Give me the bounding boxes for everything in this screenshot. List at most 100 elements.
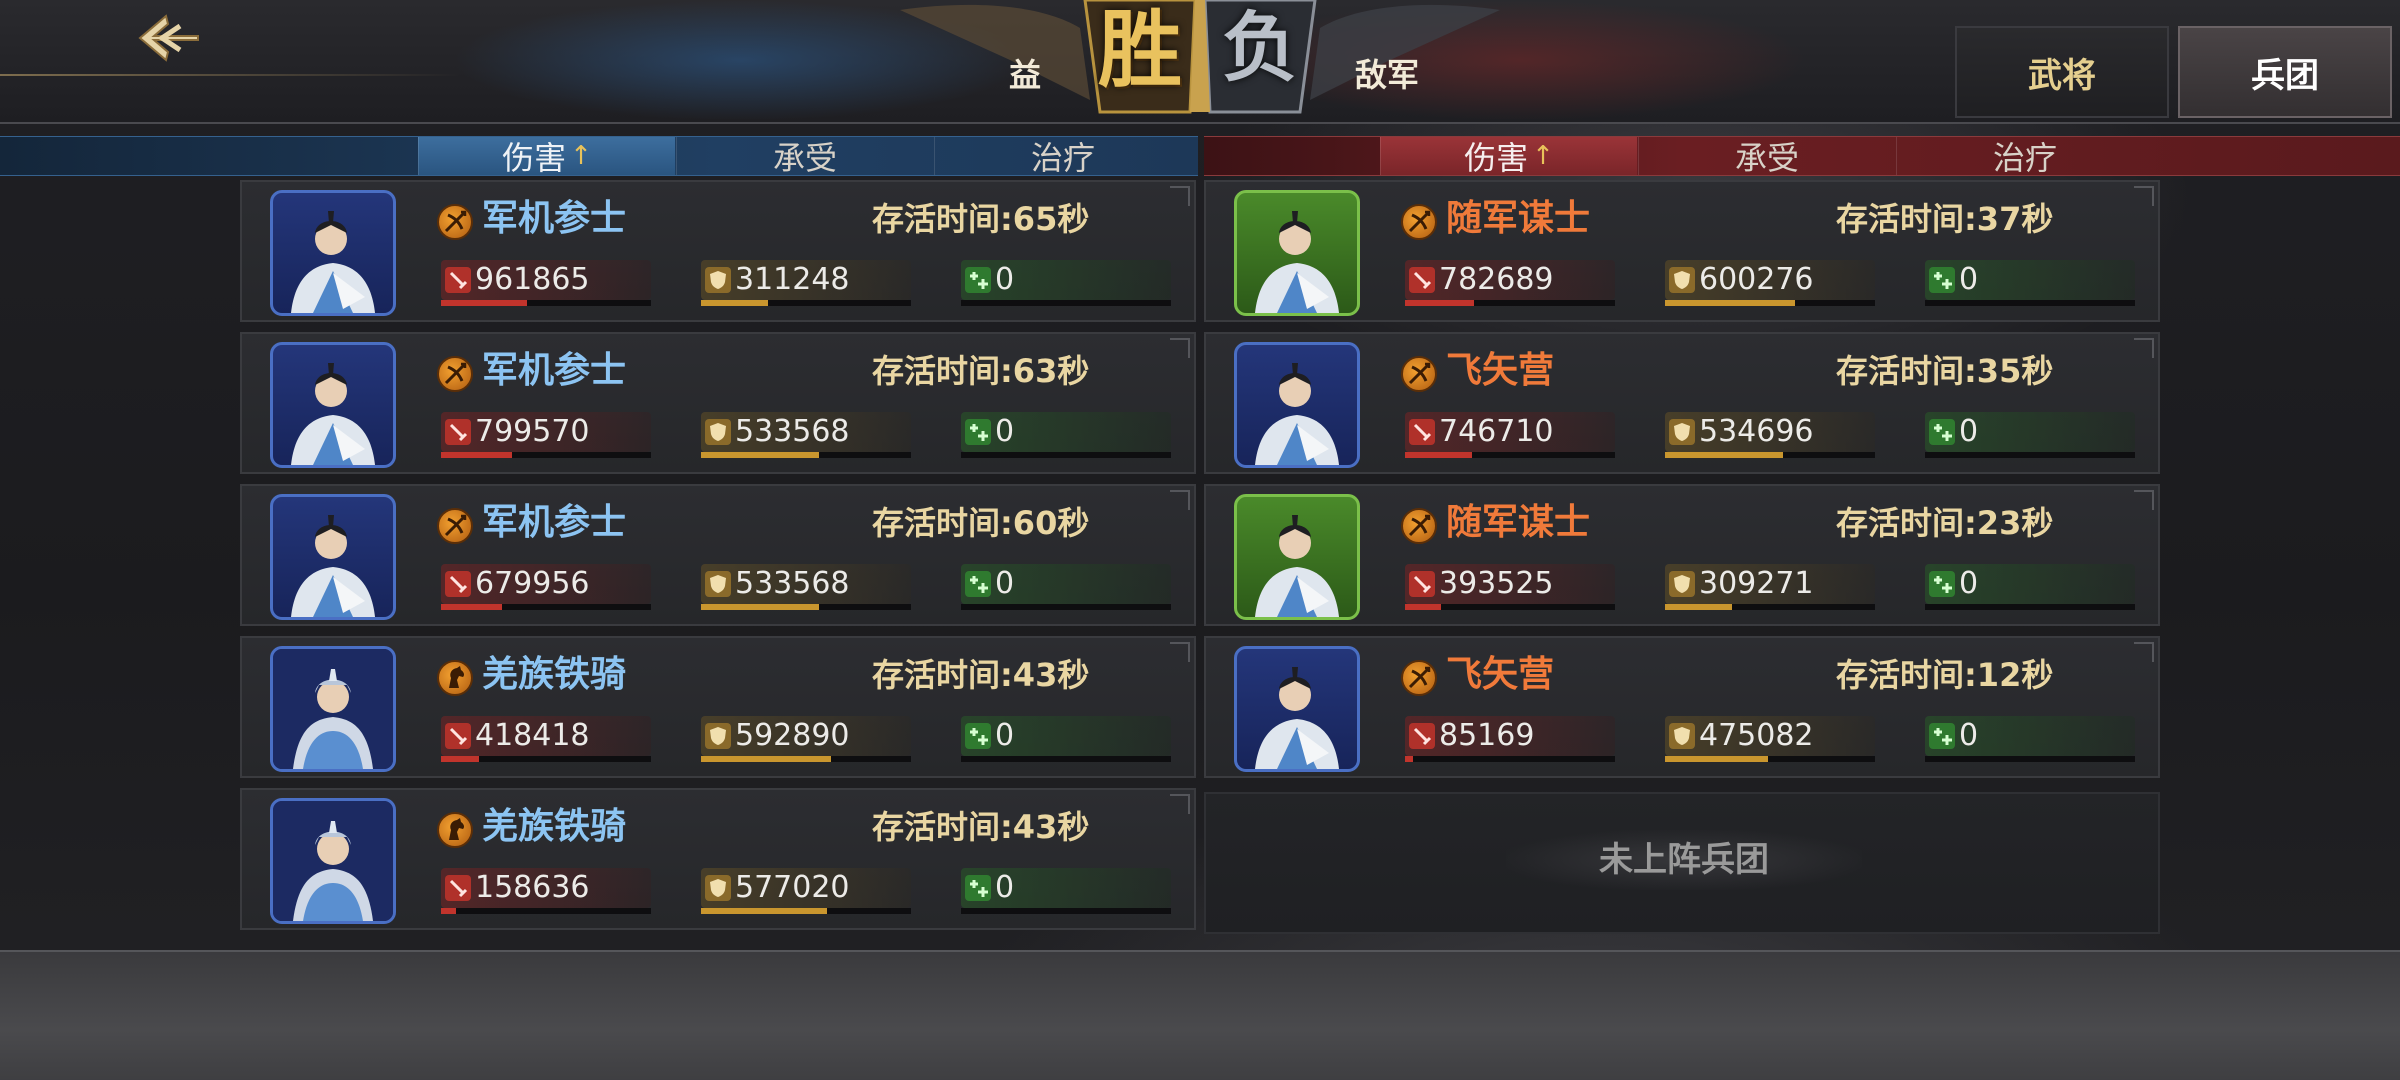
column-label: 承受 <box>1734 139 1799 177</box>
stat-bar-track <box>701 300 911 306</box>
taken-stat: 577020 <box>701 868 911 916</box>
survival-time: 存活时间:43秒 <box>872 656 1090 694</box>
troop-portrait[interactable] <box>1234 342 1360 468</box>
crossbow-icon <box>1401 660 1437 696</box>
stat-bar-track <box>441 300 651 306</box>
sort-heal-enemy[interactable]: 治疗 <box>1896 137 2153 177</box>
taken-stat: 534696 <box>1665 412 1875 460</box>
stat-value: 799570 <box>475 414 590 449</box>
stat-bar-track <box>1665 756 1875 762</box>
stat-bar-track <box>441 604 651 610</box>
row-corner-ornament <box>2134 490 2154 510</box>
troop-portrait[interactable] <box>1234 646 1360 772</box>
troop-portrait[interactable] <box>270 646 396 772</box>
empty-troop-slot: 未上阵兵团 <box>1204 792 2160 934</box>
survival-time: 存活时间:65秒 <box>872 200 1090 238</box>
heal-plus-icon <box>965 875 991 901</box>
heal-stat: 0 <box>961 260 1171 308</box>
stat-bar-fill <box>1665 300 1795 306</box>
stat-value: 85169 <box>1439 718 1535 753</box>
stat-value: 418418 <box>475 718 590 753</box>
troop-name: 军机参士 <box>482 198 627 239</box>
stat-bar-fill <box>1405 604 1441 610</box>
back-button[interactable] <box>118 8 218 68</box>
troop-portrait[interactable] <box>270 798 396 924</box>
stat-bar-track <box>701 908 911 914</box>
stat-background <box>1925 564 2135 604</box>
enemy-column-header: 伤害 ↑ 承受 治疗 <box>1204 136 2400 177</box>
stat-bar-track <box>1405 300 1615 306</box>
sort-up-icon: ↑ <box>1532 141 1554 171</box>
stat-bar-track <box>701 604 911 610</box>
stat-bar-track <box>1665 604 1875 610</box>
sort-damage-our[interactable]: 伤害 ↑ <box>418 137 675 177</box>
sort-damage-enemy[interactable]: 伤害 ↑ <box>1380 137 1637 177</box>
victory-glyph: 胜 <box>1097 0 1182 99</box>
stat-value: 592890 <box>735 718 850 753</box>
survival-time: 存活时间:37秒 <box>1836 200 2054 238</box>
stat-bar-track <box>1925 756 2135 762</box>
heal-stat: 0 <box>1925 260 2135 308</box>
stat-bar-track <box>1925 604 2135 610</box>
column-label: 治疗 <box>1030 139 1095 177</box>
top-bar: 胜 负 益 敌军 武将 兵团 <box>0 0 2400 124</box>
survival-time: 存活时间:12秒 <box>1836 656 2054 694</box>
troop-name: 羌族铁骑 <box>482 806 627 847</box>
taken-stat: 533568 <box>701 412 911 460</box>
stat-bar-track <box>1925 300 2135 306</box>
stat-background <box>1925 260 2135 300</box>
row-corner-ornament <box>1170 642 1190 662</box>
stat-bar-track <box>1665 452 1875 458</box>
our-column-header: 伤害 ↑ 承受 治疗 <box>0 136 1198 177</box>
tab-troops[interactable]: 兵团 <box>2178 26 2392 118</box>
sword-icon <box>1409 723 1435 749</box>
taken-stat: 533568 <box>701 564 911 612</box>
troop-portrait[interactable] <box>1234 494 1360 620</box>
troop-row: 随军谋士 存活时间:23秒 393525 309271 0 <box>1204 484 2160 626</box>
column-label: 治疗 <box>1992 139 2057 177</box>
damage-stat: 158636 <box>441 868 651 916</box>
stat-value: 309271 <box>1699 566 1814 601</box>
troop-portrait[interactable] <box>270 190 396 316</box>
stat-value: 0 <box>995 262 1015 297</box>
troop-row: 军机参士 存活时间:63秒 799570 533568 0 <box>240 332 1196 474</box>
stat-value: 393525 <box>1439 566 1554 601</box>
survival-time: 存活时间:23秒 <box>1836 504 2054 542</box>
stat-bar-fill <box>1405 452 1472 458</box>
stat-bar-track <box>701 756 911 762</box>
stat-value: 0 <box>995 870 1015 905</box>
stat-value: 533568 <box>735 414 850 449</box>
shield-icon <box>705 571 731 597</box>
troop-portrait[interactable] <box>1234 190 1360 316</box>
sort-taken-enemy[interactable]: 承受 <box>1638 137 1895 177</box>
troop-portrait[interactable] <box>270 494 396 620</box>
damage-stat: 746710 <box>1405 412 1615 460</box>
stat-value: 475082 <box>1699 718 1814 753</box>
stat-value: 0 <box>995 414 1015 449</box>
troop-row: 羌族铁骑 存活时间:43秒 158636 577020 0 <box>240 788 1196 930</box>
stat-value: 0 <box>1959 718 1979 753</box>
troop-portrait[interactable] <box>270 342 396 468</box>
row-corner-ornament <box>2134 186 2154 206</box>
tab-generals[interactable]: 武将 <box>1955 26 2169 118</box>
damage-stat: 85169 <box>1405 716 1615 764</box>
shield-icon <box>705 267 731 293</box>
damage-stat: 393525 <box>1405 564 1615 612</box>
row-corner-ornament <box>2134 338 2154 358</box>
troop-row: 军机参士 存活时间:65秒 961865 311248 0 <box>240 180 1196 322</box>
sort-heal-our[interactable]: 治疗 <box>934 137 1191 177</box>
sort-taken-our[interactable]: 承受 <box>676 137 933 177</box>
stat-bar-track <box>1405 452 1615 458</box>
heal-plus-icon <box>1929 723 1955 749</box>
heal-plus-icon <box>965 571 991 597</box>
heal-stat: 0 <box>961 564 1171 612</box>
back-divider <box>0 74 460 76</box>
stat-background <box>961 868 1171 908</box>
damage-stat: 679956 <box>441 564 651 612</box>
stat-bar-fill <box>441 604 502 610</box>
troop-row: 飞矢营 存活时间:12秒 85169 475082 0 <box>1204 636 2160 778</box>
stat-value: 577020 <box>735 870 850 905</box>
heal-stat: 0 <box>1925 412 2135 460</box>
heal-plus-icon <box>965 267 991 293</box>
taken-stat: 311248 <box>701 260 911 308</box>
